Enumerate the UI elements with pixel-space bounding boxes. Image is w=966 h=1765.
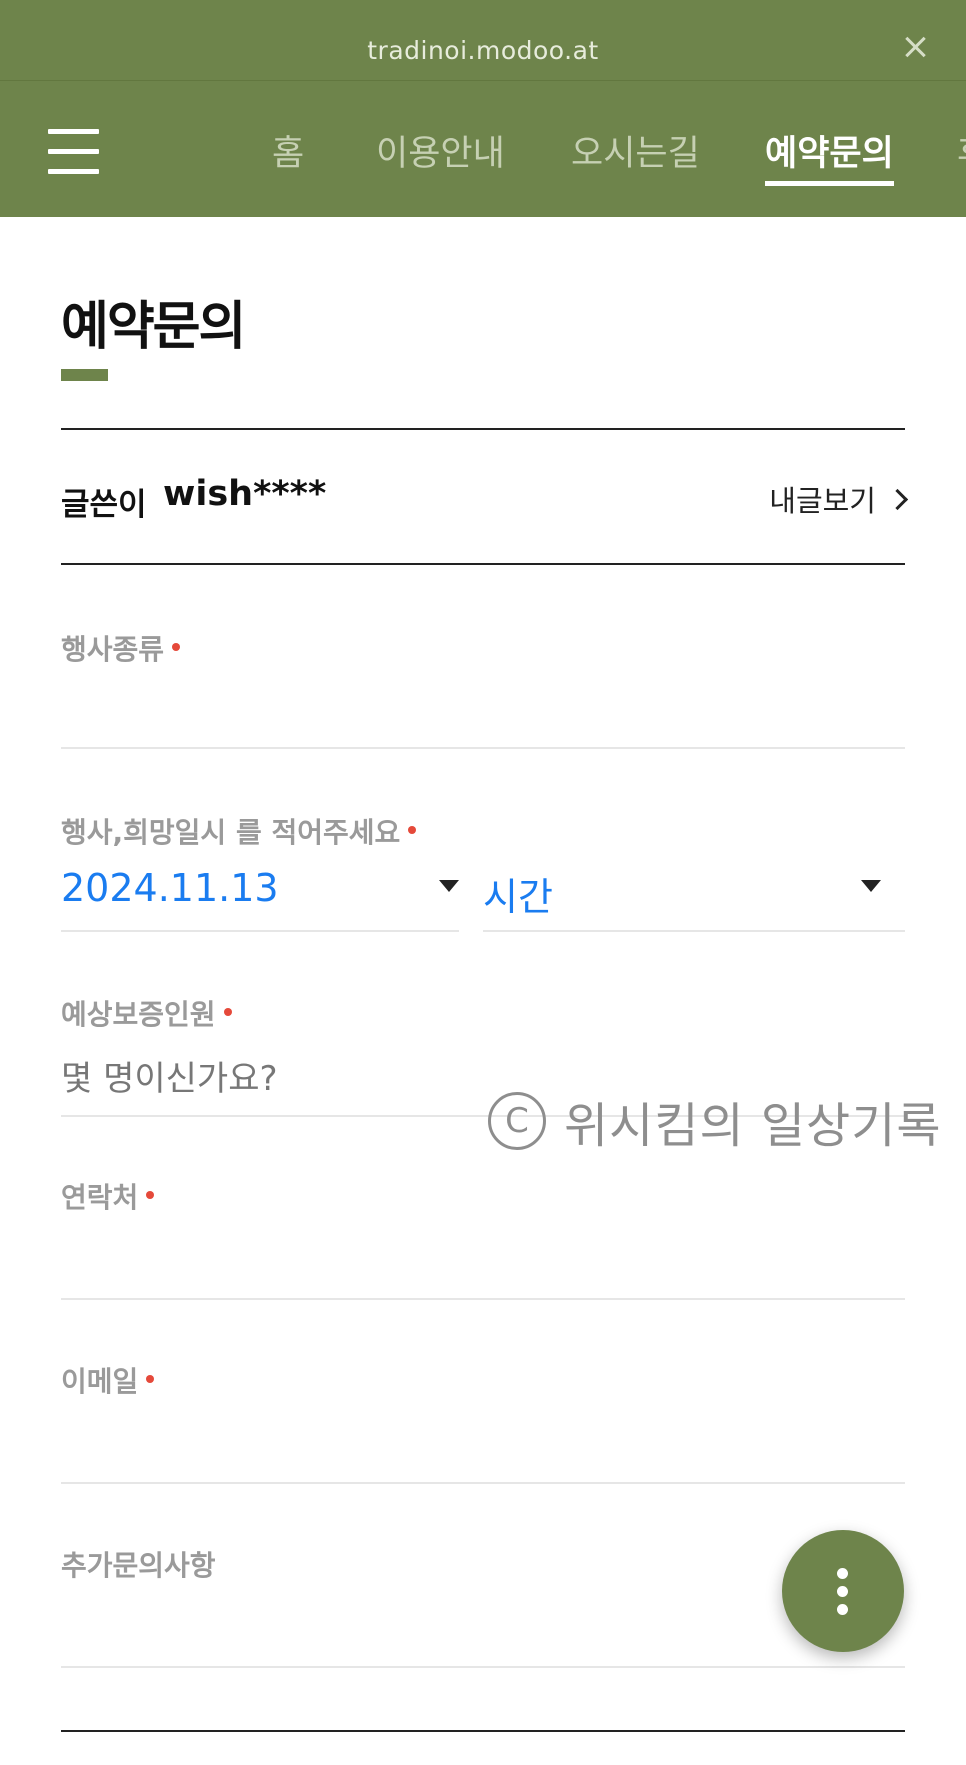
copyright-icon: C xyxy=(488,1092,546,1150)
chevron-right-icon xyxy=(886,488,909,510)
extra-input-line[interactable] xyxy=(61,1666,905,1668)
contact-label: 연락처 xyxy=(61,1176,155,1216)
tab-home[interactable]: 홈 xyxy=(272,125,304,176)
time-value: 시간 xyxy=(483,875,553,919)
menu-icon[interactable] xyxy=(48,129,99,175)
event-type-input-line[interactable] xyxy=(61,747,905,749)
tab-reservation[interactable]: 예약문의 xyxy=(765,125,894,186)
guests-label: 예상보증인원 xyxy=(61,993,232,1033)
required-dot xyxy=(408,826,417,834)
guests-label-text: 예상보증인원 xyxy=(61,998,216,1031)
more-options-button[interactable] xyxy=(782,1530,904,1652)
email-label: 이메일 xyxy=(61,1360,155,1400)
writer-label: 글쓴이 xyxy=(61,487,147,523)
divider xyxy=(61,563,905,565)
watermark: C 위시킴의 일상기록 xyxy=(488,1086,942,1156)
contact-label-text: 연락처 xyxy=(61,1181,139,1214)
email-input-line[interactable] xyxy=(61,1482,905,1484)
browser-url-bar: tradinoi.modoo.at xyxy=(0,0,966,81)
event-type-label: 행사종류 xyxy=(61,628,181,668)
tab-directions[interactable]: 오시는길 xyxy=(571,125,700,176)
required-dot xyxy=(146,1191,155,1199)
required-dot xyxy=(172,643,181,651)
writer-value: wish**** xyxy=(163,474,327,514)
divider xyxy=(61,428,905,430)
divider xyxy=(61,1730,905,1732)
email-label-text: 이메일 xyxy=(61,1365,139,1398)
event-type-label-text: 행사종류 xyxy=(61,633,165,666)
my-posts-link[interactable]: 내글보기 xyxy=(769,478,909,520)
required-dot xyxy=(146,1375,155,1383)
url-text[interactable]: tradinoi.modoo.at xyxy=(0,36,966,65)
tab-next[interactable]: 후 xyxy=(957,125,966,176)
my-posts-label: 내글보기 xyxy=(769,484,876,518)
guests-input[interactable]: 몇 명이신가요? xyxy=(61,1051,278,1100)
date-select[interactable]: 2024.11.13 xyxy=(61,866,459,932)
caret-down-icon xyxy=(439,880,459,892)
site-nav: 홈 이용안내 오시는길 예약문의 후 xyxy=(0,81,966,217)
required-dot xyxy=(223,1008,232,1016)
page-title: 예약문의 xyxy=(61,297,246,357)
date-time-label: 행사,희망일시 를 적어주세요 xyxy=(61,811,417,851)
contact-input-line[interactable] xyxy=(61,1298,905,1300)
caret-down-icon xyxy=(861,880,881,892)
title-accent-bar xyxy=(61,369,108,381)
tab-guide[interactable]: 이용안내 xyxy=(376,125,505,176)
date-value: 2024.11.13 xyxy=(61,866,279,910)
extra-label: 추가문의사항 xyxy=(61,1549,216,1582)
date-time-label-text: 행사,희망일시 를 적어주세요 xyxy=(61,816,401,849)
watermark-text: 위시킴의 일상기록 xyxy=(564,1098,942,1154)
close-icon[interactable] xyxy=(900,32,930,62)
time-select[interactable]: 시간 xyxy=(483,866,905,932)
